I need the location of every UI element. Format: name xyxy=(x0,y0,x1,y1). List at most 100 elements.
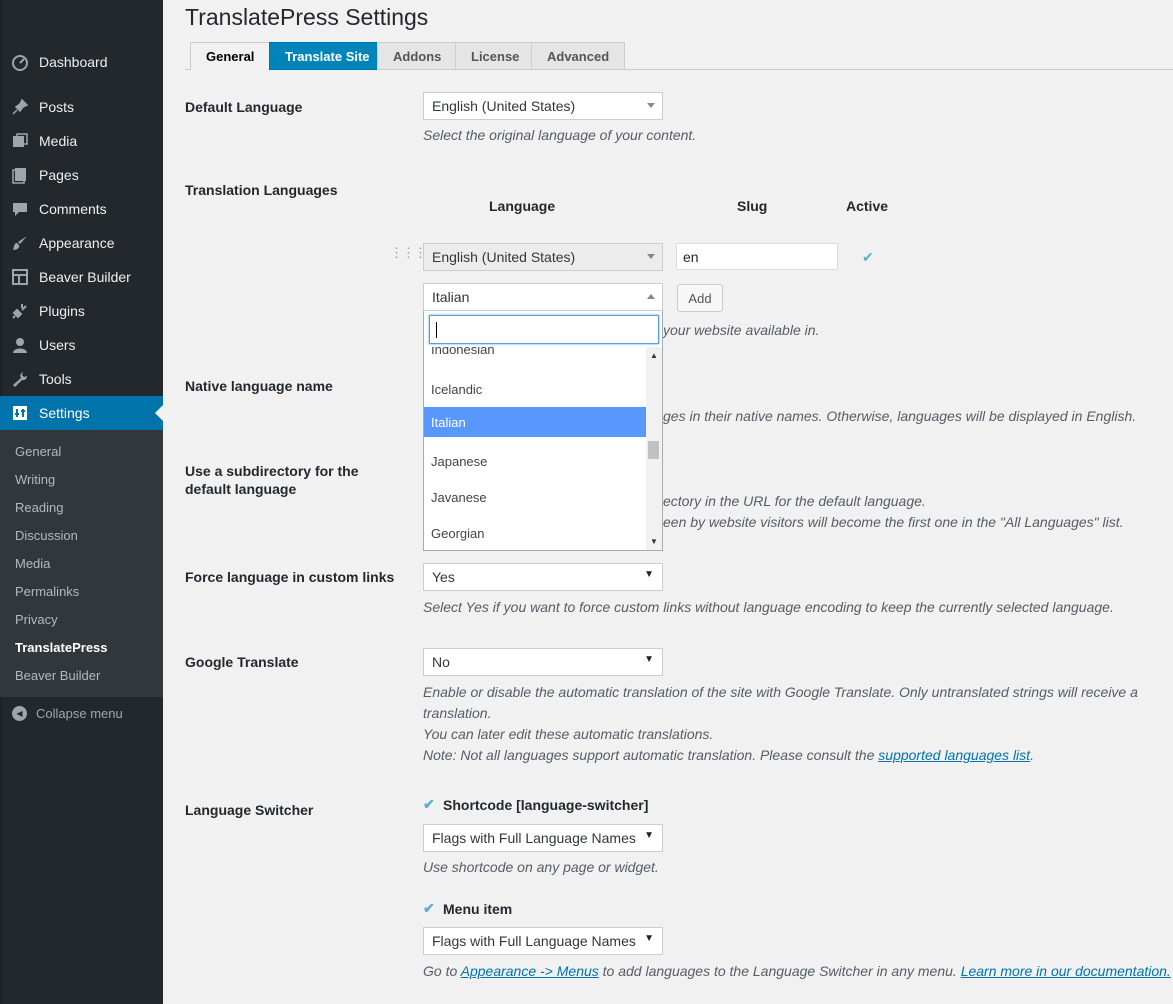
submenu-media[interactable]: Media xyxy=(15,556,50,571)
menu-pages[interactable]: Pages xyxy=(0,158,163,192)
checkmark-icon[interactable]: ✔ xyxy=(423,796,437,813)
native-language-name-label: Native language name xyxy=(185,378,333,394)
translation-language-row-value: English (United States) xyxy=(432,249,576,265)
menu-posts-label: Posts xyxy=(39,99,75,115)
supported-languages-link[interactable]: supported languages list xyxy=(878,747,1030,763)
scrollbar-thumb[interactable] xyxy=(648,441,659,459)
menu-beaver-builder-label: Beaver Builder xyxy=(39,269,131,285)
brush-icon xyxy=(0,234,39,252)
plug-icon xyxy=(0,302,39,320)
media-icon xyxy=(0,132,39,150)
shortcode-label: Shortcode [language-switcher] xyxy=(443,796,649,813)
force-language-description: Select Yes if you want to force custom l… xyxy=(423,599,1114,615)
dropdown-option[interactable]: Javanese xyxy=(424,479,646,515)
google-translate-note-suffix: . xyxy=(1030,747,1034,763)
menu-comments[interactable]: Comments xyxy=(0,192,163,226)
menu-appearance[interactable]: Appearance xyxy=(0,226,163,260)
add-language-select[interactable]: Italian xyxy=(423,283,663,311)
google-translate-select[interactable]: No ▼ xyxy=(423,648,663,676)
collapse-menu-label: Collapse menu xyxy=(36,706,123,721)
checkmark-icon[interactable]: ✔ xyxy=(423,900,437,917)
menu-settings[interactable]: Settings xyxy=(0,396,163,430)
dropdown-option-highlighted[interactable]: Italian xyxy=(424,407,646,437)
slug-input[interactable]: en xyxy=(676,243,838,270)
submenu-beaver-builder[interactable]: Beaver Builder xyxy=(15,668,100,683)
submenu-translatepress[interactable]: TranslatePress xyxy=(15,640,108,655)
force-language-value: Yes xyxy=(432,569,455,585)
collapse-menu-button[interactable]: ◀ Collapse menu xyxy=(12,706,123,721)
translation-languages-label: Translation Languages xyxy=(185,182,338,198)
tab-general[interactable]: General xyxy=(190,42,271,70)
submenu-general[interactable]: General xyxy=(15,444,61,459)
active-checkbox[interactable]: ✔ xyxy=(862,249,874,266)
menu-users-label: Users xyxy=(39,337,76,353)
pages-icon xyxy=(0,166,39,184)
chevron-down-icon: ▼ xyxy=(644,654,654,665)
google-translate-description-line3: You can later edit these automatic trans… xyxy=(423,726,714,742)
shortcode-option[interactable]: ✔ Shortcode [language-switcher] xyxy=(423,796,648,813)
column-slug-header: Slug xyxy=(737,198,768,214)
force-language-select[interactable]: Yes ▼ xyxy=(423,563,663,591)
tab-license[interactable]: License xyxy=(455,42,536,70)
chevron-down-icon xyxy=(647,254,655,259)
menu-item-option[interactable]: ✔ Menu item xyxy=(423,900,512,917)
subdirectory-label-line2: default language xyxy=(185,481,297,497)
wrench-icon xyxy=(0,370,39,388)
menu-item-style-select[interactable]: Flags with Full Language Names ▼ xyxy=(423,927,663,955)
dropdown-scrollbar[interactable]: ▲ ▼ xyxy=(646,347,662,550)
page-title: TranslatePress Settings xyxy=(185,4,429,30)
menu-users[interactable]: Users xyxy=(0,328,163,362)
menu-dashboard[interactable]: Dashboard xyxy=(0,45,163,79)
translation-language-row-select: English (United States) xyxy=(423,243,663,271)
dropdown-search-input[interactable] xyxy=(429,315,659,344)
menu-item-description: Go to Appearance -> Menus to add languag… xyxy=(423,961,1171,982)
submenu-discussion[interactable]: Discussion xyxy=(15,528,78,543)
chevron-up-icon xyxy=(647,294,655,299)
menu-media[interactable]: Media xyxy=(0,124,163,158)
column-language-header: Language xyxy=(489,198,556,214)
add-language-value: Italian xyxy=(432,289,470,305)
dropdown-option[interactable]: Indonesian xyxy=(424,347,646,367)
menu-posts[interactable]: Posts xyxy=(0,90,163,124)
menu-tools[interactable]: Tools xyxy=(0,362,163,396)
translation-languages-description: your website available in. xyxy=(663,322,820,338)
default-language-description: Select the original language of your con… xyxy=(423,127,697,143)
scroll-down-icon[interactable]: ▼ xyxy=(650,537,658,546)
dropdown-options-list: Indonesian Icelandic Italian Japanese Ja… xyxy=(424,347,646,550)
submenu-reading[interactable]: Reading xyxy=(15,500,63,515)
user-icon xyxy=(0,336,39,354)
submenu-writing[interactable]: Writing xyxy=(15,472,55,487)
tab-advanced[interactable]: Advanced xyxy=(531,42,626,70)
submenu-permalinks[interactable]: Permalinks xyxy=(15,584,79,599)
chevron-down-icon xyxy=(647,103,655,108)
default-language-select[interactable]: English (United States) xyxy=(423,92,663,120)
appearance-menus-link[interactable]: Appearance -> Menus xyxy=(461,963,599,979)
google-translate-description-line1: Enable or disable the automatic translat… xyxy=(423,684,1138,700)
settings-submenu: General Writing Reading Discussion Media… xyxy=(0,430,163,697)
add-language-button[interactable]: Add xyxy=(677,284,723,312)
dropdown-option[interactable]: Japanese xyxy=(424,443,646,479)
settings-tabs: General Translate Site Addons License Ad… xyxy=(185,42,1173,70)
shortcode-description: Use shortcode on any page or widget. xyxy=(423,859,659,875)
scroll-up-icon[interactable]: ▲ xyxy=(650,351,658,360)
documentation-link[interactable]: Learn more in our documentation. xyxy=(961,963,1171,979)
google-translate-description-line4: Note: Not all languages support automati… xyxy=(423,745,1034,766)
subdirectory-description-line2: een by website visitors will become the … xyxy=(663,514,1124,530)
tab-addons[interactable]: Addons xyxy=(377,42,458,70)
menu-settings-label: Settings xyxy=(39,405,90,421)
menu-beaver-builder[interactable]: Beaver Builder xyxy=(0,260,163,294)
tab-translate-site[interactable]: Translate Site xyxy=(269,42,386,70)
drag-handle-icon[interactable]: ⋮⋮⋮ xyxy=(390,246,427,259)
menu-pages-label: Pages xyxy=(39,167,79,183)
google-translate-note-prefix: Note: Not all languages support automati… xyxy=(423,747,879,763)
dropdown-option[interactable]: Georgian xyxy=(424,515,646,550)
chevron-down-icon: ▼ xyxy=(644,830,654,841)
text-caret xyxy=(436,322,437,338)
submenu-privacy[interactable]: Privacy xyxy=(15,612,58,627)
subdirectory-description-line1: ectory in the URL for the default langua… xyxy=(663,493,926,509)
dropdown-option[interactable]: Icelandic xyxy=(424,371,646,407)
menu-item-style-value: Flags with Full Language Names xyxy=(432,933,636,949)
menu-plugins[interactable]: Plugins xyxy=(0,294,163,328)
menu-item-label: Menu item xyxy=(443,900,513,917)
shortcode-style-select[interactable]: Flags with Full Language Names ▼ xyxy=(423,824,663,852)
